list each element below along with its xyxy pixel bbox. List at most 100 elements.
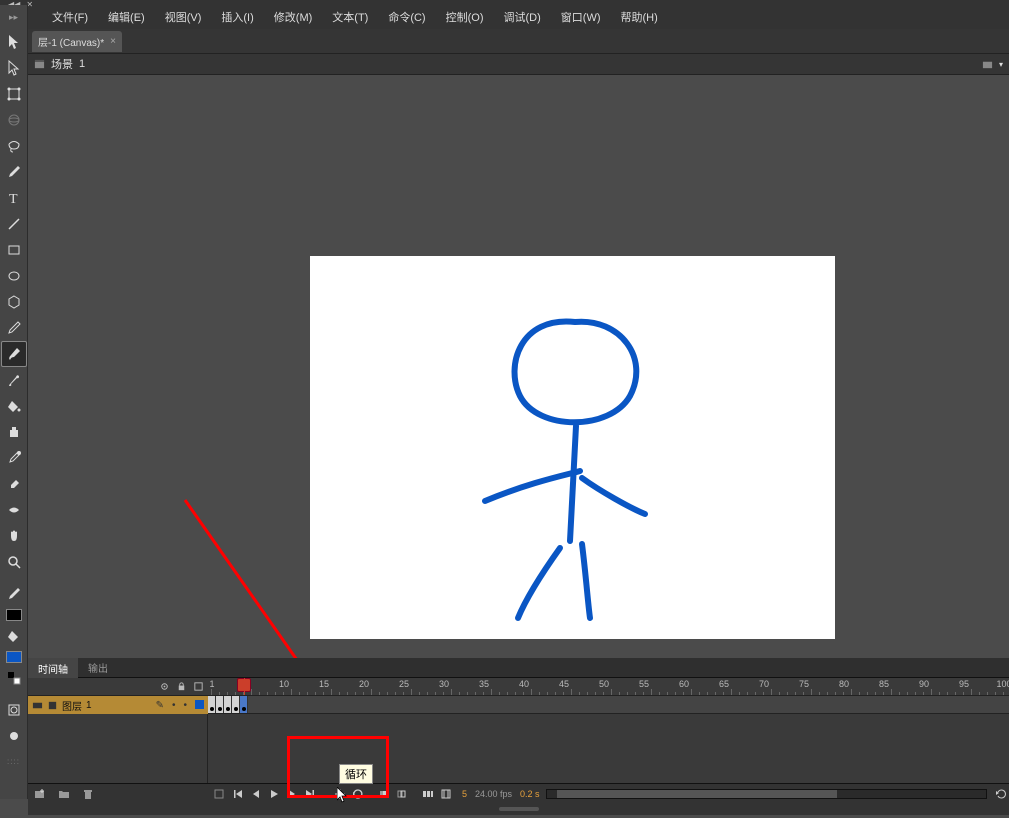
prev-frame-button[interactable] xyxy=(248,786,264,802)
ruler-mark: 55 xyxy=(639,679,649,689)
keyframe[interactable] xyxy=(240,696,248,713)
edit-scene-icon[interactable] xyxy=(982,59,993,70)
ruler-mark: 90 xyxy=(919,679,929,689)
menu-edit[interactable]: 编辑(E) xyxy=(98,4,155,30)
doc-tab-title: 层-1 (Canvas)* xyxy=(38,34,104,49)
fill-color-tool[interactable] xyxy=(1,623,27,649)
modify-markers-button[interactable] xyxy=(438,786,454,802)
timeline-options-icon[interactable] xyxy=(993,786,1009,802)
keyframe[interactable] xyxy=(216,696,224,713)
menu-debug[interactable]: 调试(D) xyxy=(494,4,551,30)
ruler-mark: 40 xyxy=(519,679,529,689)
polystar-tool[interactable] xyxy=(1,289,27,315)
layer-row[interactable]: 图层 1 ✎ • • xyxy=(28,696,208,714)
layer-lock-dot[interactable]: • xyxy=(183,700,187,711)
menu-window[interactable]: 窗口(W) xyxy=(551,4,611,30)
lock-header-icon[interactable] xyxy=(176,681,187,692)
ruler-mark: 95 xyxy=(959,679,969,689)
stage[interactable] xyxy=(28,75,1009,658)
brush-size-icon[interactable] xyxy=(1,723,27,749)
ruler-mark: 60 xyxy=(679,679,689,689)
timeline-ruler[interactable]: 1510152025303540455055606570758085909510… xyxy=(208,678,1009,695)
menu-text[interactable]: 文本(T) xyxy=(322,4,378,30)
timeline-menu-icon[interactable] xyxy=(211,786,227,802)
eraser-tool[interactable] xyxy=(1,471,27,497)
eyedropper-tool[interactable] xyxy=(1,445,27,471)
text-tool[interactable]: T xyxy=(1,185,27,211)
keyframe[interactable] xyxy=(232,696,240,713)
brush-tool[interactable] xyxy=(1,341,27,367)
bone-tool[interactable] xyxy=(1,367,27,393)
free-transform-tool[interactable] xyxy=(1,81,27,107)
time-value: 0.2 s xyxy=(520,789,540,799)
width-tool[interactable] xyxy=(1,497,27,523)
rectangle-tool[interactable] xyxy=(1,237,27,263)
menu-file[interactable]: 文件(F) xyxy=(42,4,98,30)
edit-multiple-frames-button[interactable] xyxy=(420,786,436,802)
stroke-color-swatch[interactable] xyxy=(6,609,22,621)
ink-bottle-tool[interactable] xyxy=(1,419,27,445)
playhead-line xyxy=(244,678,245,695)
expand-panel-icon[interactable]: ▸▸ xyxy=(0,5,27,29)
layer-icon xyxy=(47,700,58,711)
layer-pencil-icon[interactable]: ✎ xyxy=(156,700,164,711)
panel-grip-icon[interactable]: :::: xyxy=(7,757,20,766)
scene-dropdown-icon[interactable]: ▾ xyxy=(999,60,1003,69)
hand-tool[interactable] xyxy=(1,523,27,549)
timeline-scrollbar[interactable] xyxy=(546,789,987,799)
new-layer-button[interactable] xyxy=(32,786,48,802)
play-button[interactable] xyxy=(266,786,282,802)
subselection-tool[interactable] xyxy=(1,55,27,81)
menu-help[interactable]: 帮助(H) xyxy=(611,4,668,30)
menu-view[interactable]: 视图(V) xyxy=(155,4,212,30)
layer-frames[interactable] xyxy=(208,696,1009,714)
ruler-mark: 15 xyxy=(319,679,329,689)
zoom-tool[interactable] xyxy=(1,549,27,575)
canvas[interactable] xyxy=(310,256,835,639)
mouse-cursor xyxy=(337,787,351,805)
tab-output[interactable]: 输出 xyxy=(78,656,118,679)
lasso-tool[interactable] xyxy=(1,133,27,159)
loop-button[interactable] xyxy=(350,786,366,802)
oval-tool[interactable] xyxy=(1,263,27,289)
onion-skin-outline-button[interactable] xyxy=(394,786,410,802)
menu-insert[interactable]: 插入(I) xyxy=(211,4,263,30)
menu-modify[interactable]: 修改(M) xyxy=(264,4,323,30)
new-folder-button[interactable] xyxy=(56,786,72,802)
paint-bucket-tool[interactable] xyxy=(1,393,27,419)
fill-color-swatch[interactable] xyxy=(6,651,22,663)
line-tool[interactable] xyxy=(1,211,27,237)
tab-timeline[interactable]: 时间轴 xyxy=(28,656,78,680)
delete-layer-button[interactable] xyxy=(80,786,96,802)
ruler-mark: 75 xyxy=(799,679,809,689)
ruler-mark: 45 xyxy=(559,679,569,689)
keyframe[interactable] xyxy=(208,696,216,713)
first-frame-button[interactable] xyxy=(230,786,246,802)
pen-tool[interactable] xyxy=(1,159,27,185)
last-frame-button[interactable] xyxy=(302,786,318,802)
close-tab-icon[interactable]: × xyxy=(110,36,116,47)
scene-bar: 场景 1 ▾ xyxy=(28,53,1009,75)
3d-rotation-tool[interactable] xyxy=(1,107,27,133)
timeline-toolbar: 5 24.00 fps 0.2 s xyxy=(28,783,1009,803)
onion-skin-button[interactable] xyxy=(376,786,392,802)
ruler-mark: 100 xyxy=(996,679,1009,689)
object-drawing-toggle[interactable] xyxy=(1,697,27,723)
menu-command[interactable]: 命令(C) xyxy=(378,4,435,30)
next-frame-button[interactable] xyxy=(284,786,300,802)
layer-visible-dot[interactable]: • xyxy=(172,700,176,711)
resize-grip[interactable] xyxy=(28,803,1009,815)
visibility-header-icon[interactable] xyxy=(159,681,170,692)
doc-tab[interactable]: 层-1 (Canvas)* × xyxy=(32,31,122,52)
selection-tool[interactable] xyxy=(1,29,27,55)
swap-colors-icon[interactable] xyxy=(1,665,27,691)
outline-header-icon[interactable] xyxy=(193,681,204,692)
menu-control[interactable]: 控制(O) xyxy=(436,4,494,30)
layer-outline-swatch[interactable] xyxy=(195,700,204,709)
pencil-tool[interactable] xyxy=(1,315,27,341)
stroke-color-tool[interactable] xyxy=(1,581,27,607)
ruler-mark: 30 xyxy=(439,679,449,689)
scene-icon xyxy=(34,59,45,70)
loop-tooltip: 循环 xyxy=(339,764,373,784)
keyframe[interactable] xyxy=(224,696,232,713)
